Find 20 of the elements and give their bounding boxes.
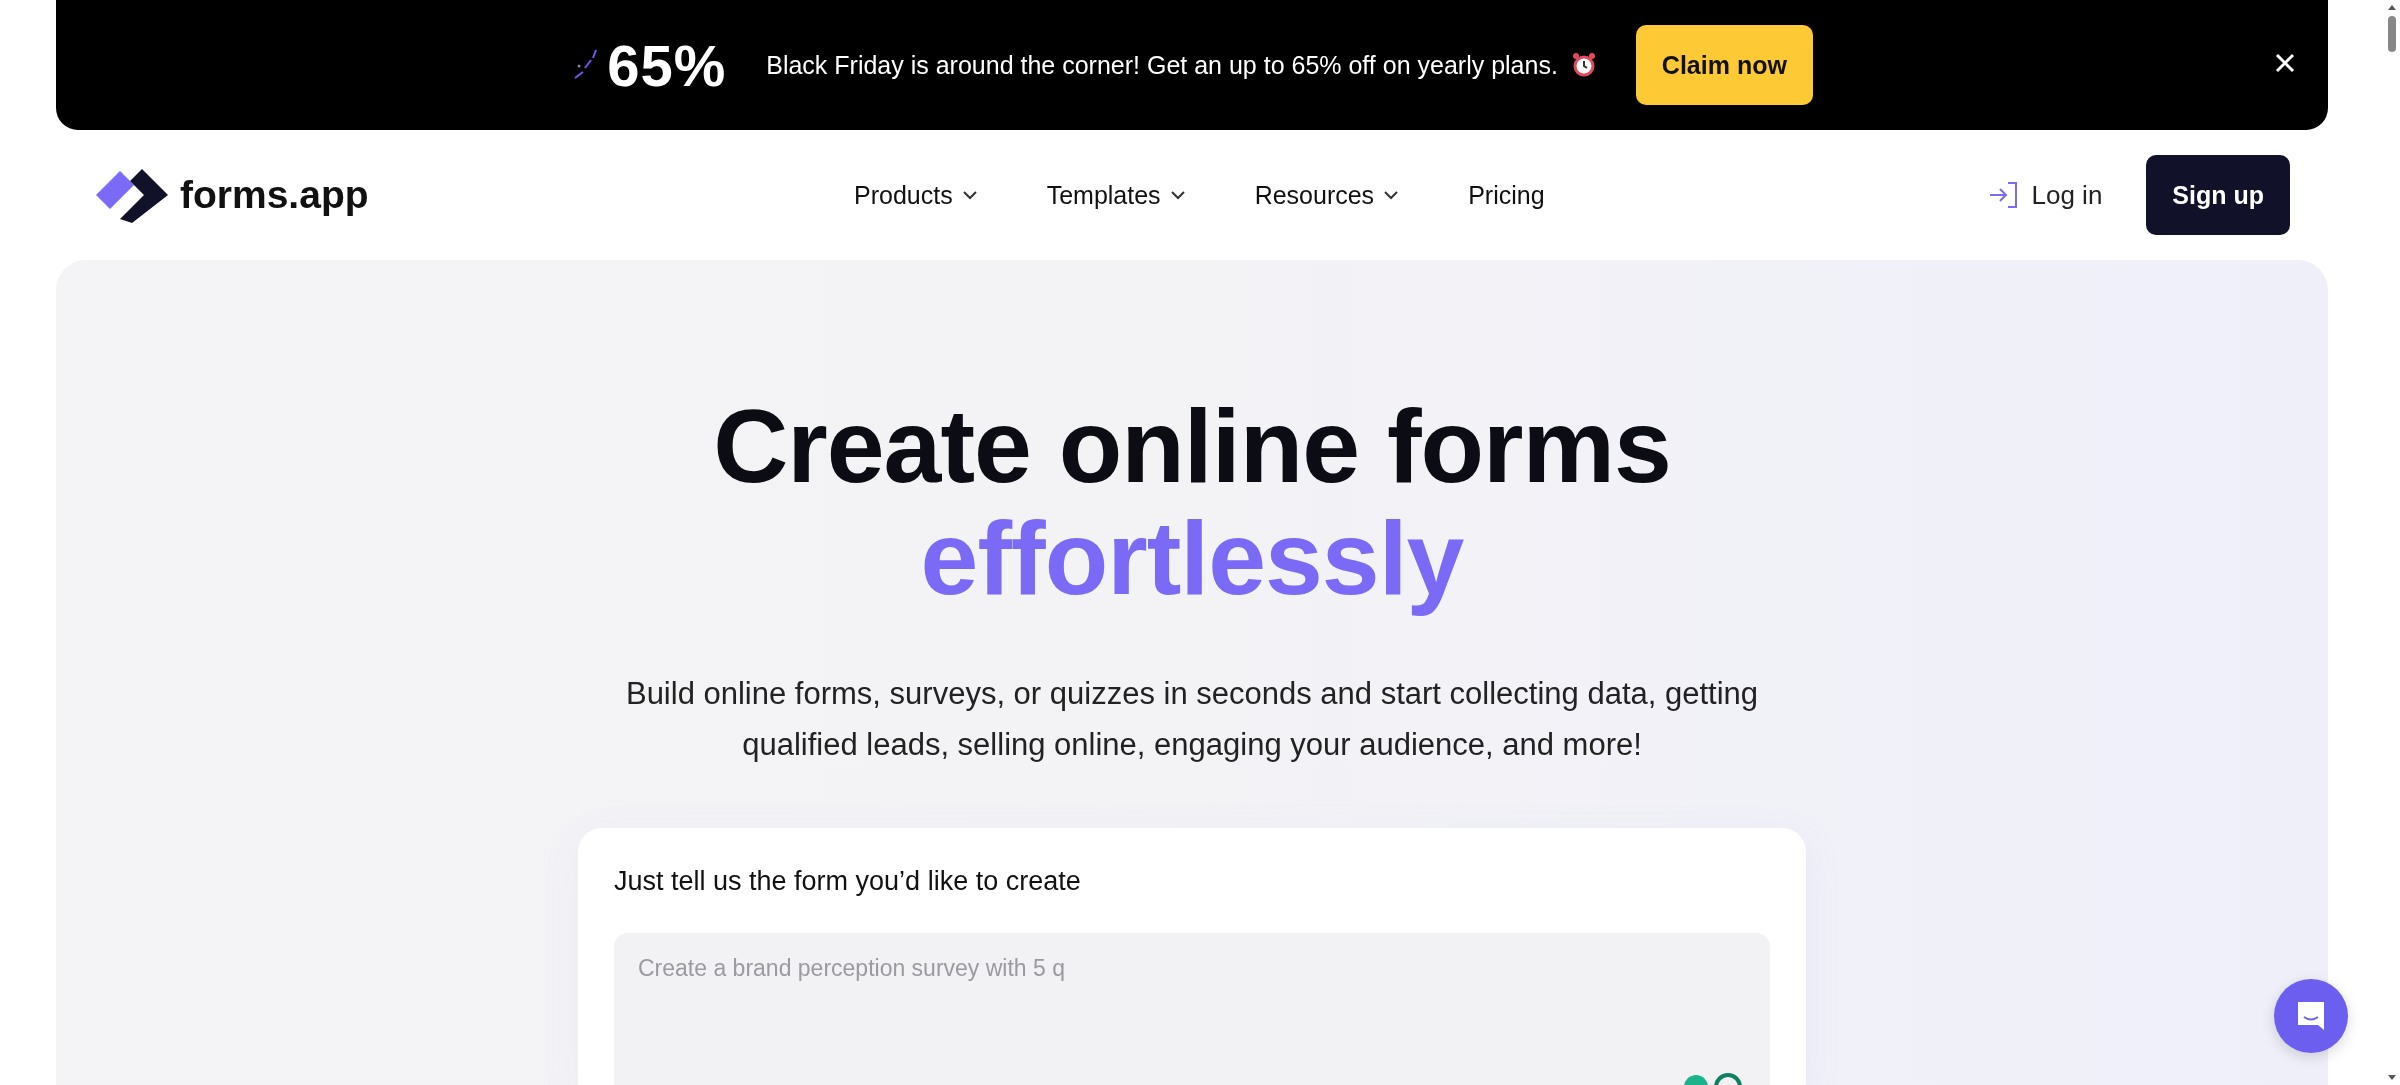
chat-icon bbox=[2295, 999, 2327, 1033]
chevron-down-icon bbox=[962, 190, 977, 200]
nav-link[interactable]: Pricing bbox=[1468, 180, 1545, 210]
alarm-clock-icon bbox=[1571, 52, 1596, 78]
nav-link[interactable]: Products bbox=[854, 180, 977, 210]
prompt-field[interactable]: Create a brand perception survey with 5 q bbox=[614, 933, 1770, 1085]
discount-text: 65% bbox=[607, 31, 727, 99]
hero-title: Create online forms bbox=[713, 388, 1671, 504]
chevron-down-icon bbox=[1384, 190, 1399, 200]
prompt-label: Just tell us the form you’d like to create bbox=[614, 866, 1082, 897]
logo-text[interactable]: forms.app bbox=[180, 173, 369, 217]
claim-now-button[interactable]: Claim now bbox=[1635, 25, 1813, 105]
login-icon bbox=[1987, 181, 2018, 209]
nav-link[interactable]: Resources bbox=[1254, 180, 1399, 210]
nav-link[interactable]: Templates bbox=[1046, 180, 1185, 210]
promo-message: Black Friday is around the corner! Get an up to 65% off on yearly plans. bbox=[766, 50, 1558, 80]
signup-button[interactable]: Sign up bbox=[2146, 155, 2290, 235]
login-link[interactable]: Log in bbox=[2031, 179, 2103, 211]
chevron-down-icon bbox=[1170, 190, 1185, 200]
hero-subtitle: Build online forms, surveys, or quizzes in seconds and start collecting data, getting qualified leads, selling online, engaging your audience, and more! bbox=[624, 675, 1760, 764]
